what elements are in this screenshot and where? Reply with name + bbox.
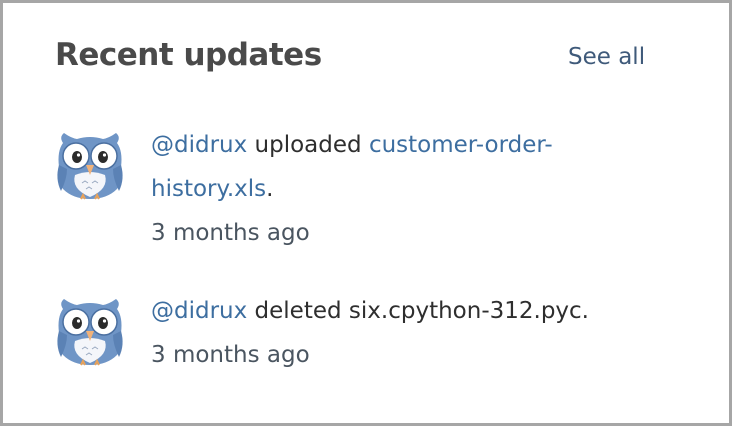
recent-updates-card: Recent updates See all @didrux uploaded … — [0, 0, 732, 426]
file-link-part-2[interactable]: history.xls — [151, 176, 266, 202]
user-link[interactable]: @didrux — [151, 132, 247, 158]
see-all-link[interactable]: See all — [568, 41, 645, 73]
update-timestamp: 3 months ago — [151, 220, 310, 246]
deleted-file-name: six.cpython-312.pyc. — [348, 298, 589, 324]
update-body: @didrux uploaded customer-order- history… — [151, 123, 651, 255]
owl-avatar-icon[interactable] — [55, 295, 125, 367]
file-link-part-1[interactable]: customer-order- — [369, 132, 553, 158]
update-text-line-2: history.xls. — [151, 167, 651, 211]
update-action: deleted — [254, 298, 342, 324]
update-action: uploaded — [254, 132, 362, 158]
update-text-line-1: @didrux uploaded customer-order- — [151, 123, 651, 167]
update-timestamp: 3 months ago — [151, 342, 310, 368]
update-text-line-1: @didrux deleted six.cpython-312.pyc. — [151, 289, 651, 333]
update-body: @didrux deleted six.cpython-312.pyc. 3 m… — [151, 289, 651, 377]
update-period: . — [266, 176, 274, 202]
panel-title: Recent updates — [55, 37, 322, 73]
owl-avatar-icon[interactable] — [55, 129, 125, 201]
user-link[interactable]: @didrux — [151, 298, 247, 324]
